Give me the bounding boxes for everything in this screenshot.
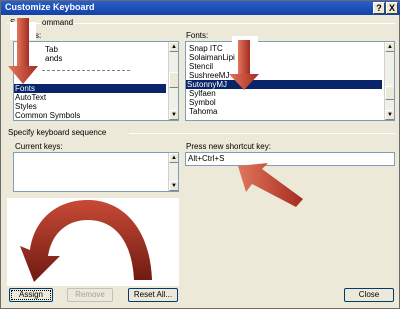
list-item[interactable]: ands bbox=[44, 54, 166, 63]
new-shortcut-input[interactable]: Alt+Ctrl+S bbox=[185, 152, 395, 166]
scroll-down-icon[interactable]: ▼ bbox=[169, 110, 178, 120]
list-item-selected[interactable]: SutonnyMJ bbox=[186, 80, 382, 89]
keyboard-group-label: Specify keyboard sequence bbox=[7, 128, 108, 137]
list-item[interactable]: SolaimanLipi bbox=[188, 53, 382, 62]
list-separator bbox=[42, 70, 130, 71]
scroll-up-icon[interactable]: ▲ bbox=[169, 153, 178, 163]
help-button[interactable]: ? bbox=[373, 2, 385, 14]
customize-keyboard-dialog: Customize Keyboard ? X S ommand s: Tab a… bbox=[0, 0, 400, 309]
scroll-up-icon[interactable]: ▲ bbox=[385, 42, 394, 52]
categories-label: s: bbox=[35, 31, 42, 40]
scroll-up-icon[interactable]: ▲ bbox=[169, 42, 178, 52]
list-item[interactable]: Styles bbox=[14, 102, 166, 111]
fonts-scrollbar[interactable]: ▲ ▼ bbox=[384, 42, 394, 120]
description-panel bbox=[7, 198, 179, 286]
title-bar[interactable]: Customize Keyboard ? X bbox=[1, 1, 400, 15]
dialog-title: Customize Keyboard bbox=[5, 2, 95, 12]
list-item[interactable]: Snap ITC bbox=[188, 44, 382, 53]
fonts-list[interactable]: Snap ITC SolaimanLipi Stencil SushreeMJ … bbox=[185, 41, 395, 121]
scroll-thumb[interactable] bbox=[169, 72, 178, 88]
assign-button[interactable]: Assign bbox=[9, 288, 53, 302]
list-item[interactable]: Tahoma bbox=[188, 107, 382, 116]
scroll-down-icon[interactable]: ▼ bbox=[385, 110, 394, 120]
reset-all-button[interactable]: Reset All... bbox=[128, 288, 178, 302]
fonts-label: Fonts: bbox=[186, 31, 209, 40]
new-shortcut-label: Press new shortcut key: bbox=[186, 142, 271, 151]
scroll-down-icon[interactable]: ▼ bbox=[169, 181, 178, 191]
scroll-thumb[interactable] bbox=[385, 86, 394, 100]
list-item[interactable]: Tab bbox=[44, 45, 166, 54]
list-item[interactable]: Symbol bbox=[188, 98, 382, 107]
categories-scrollbar[interactable]: ▲ ▼ bbox=[168, 42, 178, 120]
current-keys-label: Current keys: bbox=[15, 142, 63, 151]
list-item[interactable]: Sylfaen bbox=[188, 89, 382, 98]
list-item[interactable]: AutoText bbox=[14, 93, 166, 102]
current-keys-list[interactable]: ▲ ▼ bbox=[13, 152, 179, 192]
categories-list[interactable]: Tab ands Fonts AutoText Styles Common Sy… bbox=[13, 41, 179, 121]
current-keys-scrollbar[interactable]: ▲ ▼ bbox=[168, 153, 178, 191]
command-group-label-left: S bbox=[9, 18, 17, 27]
list-item[interactable]: Common Symbols bbox=[14, 111, 166, 120]
keyboard-group-border bbox=[129, 133, 395, 134]
list-item-selected[interactable]: Fonts bbox=[14, 84, 166, 93]
list-item[interactable]: Stencil bbox=[188, 62, 382, 71]
command-group-label-right: ommand bbox=[41, 18, 75, 27]
remove-button[interactable]: Remove bbox=[67, 288, 113, 302]
list-item[interactable]: SushreeMJ bbox=[188, 71, 382, 80]
close-window-button[interactable]: X bbox=[386, 2, 398, 14]
close-button[interactable]: Close bbox=[344, 288, 394, 302]
